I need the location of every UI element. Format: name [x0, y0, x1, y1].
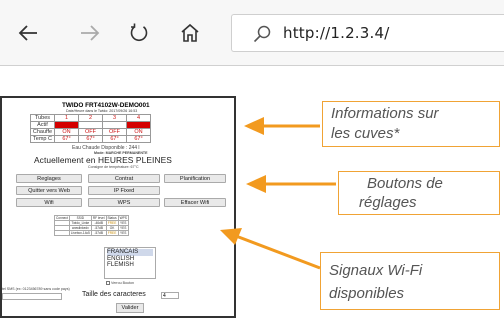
- chauffe-cell: ON: [126, 128, 151, 136]
- status-cell: FREE: [105, 230, 119, 236]
- forward-arrow-icon: [81, 25, 100, 41]
- arrow-boutons: [246, 175, 336, 193]
- search-icon: [253, 25, 271, 43]
- twido-web-page: TWIDO FRT4102W-DEMO001 Date/Heure dans l…: [0, 96, 236, 318]
- tel-sms-label: tel SMS (ex: 0123456789 sans code pays): [2, 287, 70, 291]
- arrow-cuves: [244, 117, 320, 135]
- table-header-cell: RF level: [90, 215, 107, 221]
- valider-button[interactable]: Valider: [116, 303, 144, 313]
- browser-toolbar: http://1.2.3.4/: [0, 0, 504, 66]
- table-header-cell: 4: [126, 114, 151, 122]
- ip-fixed-button[interactable]: IP Fixed: [88, 186, 160, 195]
- table-row[interactable]: Livebox-14c5 -57dB FREE YES: [54, 230, 129, 236]
- refresh-button[interactable]: [124, 18, 154, 48]
- table-header-cell: Connect: [54, 215, 70, 221]
- callout-boutons: Boutons de réglages: [338, 171, 500, 215]
- row-label: Actif: [30, 121, 55, 129]
- table-header-cell: 3: [102, 114, 127, 122]
- temp-cell: 67°: [54, 135, 79, 143]
- connect-cell[interactable]: [54, 230, 70, 236]
- table-row: Temp C 67° 67° 67° 67°: [30, 135, 151, 143]
- verrou-checkbox-row[interactable]: Verrou Bouton: [106, 281, 134, 285]
- refresh-icon: [130, 23, 148, 42]
- actif-cell: [54, 121, 79, 129]
- chauffe-cell: ON: [54, 128, 79, 136]
- verrou-label: Verrou Bouton: [111, 281, 134, 285]
- actif-cell: [126, 121, 151, 129]
- table-row: Chauffe ON OFF OFF ON: [30, 128, 151, 136]
- page-title: TWIDO FRT4102W-DEMO001: [62, 102, 150, 109]
- ssid-cell: Livebox-14c5: [68, 230, 92, 236]
- reglages-button[interactable]: Reglages: [16, 174, 82, 183]
- wps-button[interactable]: WPS: [88, 198, 160, 207]
- language-option[interactable]: FLEMISH: [107, 262, 153, 269]
- url-text: http://1.2.3.4/: [283, 24, 390, 42]
- wifi-table: Connect SSID RF level Status WPS Twido_L…: [54, 215, 129, 236]
- actif-cell: [102, 121, 127, 129]
- temp-cell: 67°: [102, 135, 127, 143]
- ssid-cell: Twido_Linke: [68, 220, 92, 226]
- ssid-cell: wwwlinkedx: [68, 225, 92, 231]
- temp-cell: 67°: [78, 135, 103, 143]
- forward-button[interactable]: [75, 18, 105, 48]
- callout-boutons-line1: Boutons de: [367, 175, 443, 192]
- actif-cell: [78, 121, 103, 129]
- contrat-button[interactable]: Contrat: [88, 174, 160, 183]
- status-cell: FREE: [105, 220, 119, 226]
- rf-level-cell: -57dB: [90, 230, 107, 236]
- callout-wifi-line1: Signaux Wi-Fi: [329, 262, 423, 279]
- home-icon: [181, 23, 199, 42]
- callout-wifi: Signaux Wi-Fi disponibles: [320, 252, 500, 310]
- taille-input[interactable]: 4: [161, 292, 179, 299]
- chauffe-cell: OFF: [78, 128, 103, 136]
- address-bar[interactable]: http://1.2.3.4/: [231, 14, 504, 52]
- table-header-cell: Status: [105, 215, 119, 221]
- taille-label: Taille des caracteres: [82, 291, 146, 298]
- table-row: Tubes 1 2 3 4: [30, 114, 151, 122]
- home-button[interactable]: [175, 18, 205, 48]
- callout-cuves-line1: Informations sur: [331, 105, 439, 122]
- datetime-text: Date/Heure dans le Twido: 2017/09/26 16:…: [66, 109, 138, 113]
- heures-status: Actuellement en HEURES PLEINES: [34, 155, 172, 165]
- temp-cell: 67°: [126, 135, 151, 143]
- wps-cell: YES: [117, 230, 129, 236]
- callout-cuves: Informations sur les cuves*: [322, 101, 500, 147]
- row-label: Temp C: [30, 135, 55, 143]
- back-arrow-icon: [18, 25, 37, 41]
- table-header-cell: WPS: [117, 215, 129, 221]
- tel-sms-input[interactable]: [2, 293, 62, 300]
- callout-wifi-line2: disponibles: [329, 285, 405, 302]
- chauffe-cell: OFF: [102, 128, 127, 136]
- callout-cuves-line2: les cuves*: [331, 125, 400, 142]
- verrou-checkbox[interactable]: [106, 281, 110, 285]
- wifi-button[interactable]: Wifi: [16, 198, 82, 207]
- row-label: Chauffe: [30, 128, 55, 136]
- effacer-wifi-button[interactable]: Effacer Wifi: [164, 198, 226, 207]
- consigne-text: Consigne de température: 67°C: [88, 165, 139, 169]
- planification-button[interactable]: Planification: [164, 174, 226, 183]
- table-header-cell: Tubes: [30, 114, 55, 122]
- back-button[interactable]: [13, 18, 43, 48]
- cuves-table: Tubes 1 2 3 4 Actif Chauffe ON OFF OFF O…: [30, 114, 151, 143]
- table-header-cell: 1: [54, 114, 79, 122]
- quitter-web-button[interactable]: Quitter vers Web: [16, 186, 82, 195]
- language-select[interactable]: FRANCAIS ENGLISH FLEMISH: [104, 247, 156, 279]
- table-header-cell: 2: [78, 114, 103, 122]
- table-row: Actif: [30, 121, 151, 129]
- callout-boutons-line2: réglages: [359, 194, 417, 211]
